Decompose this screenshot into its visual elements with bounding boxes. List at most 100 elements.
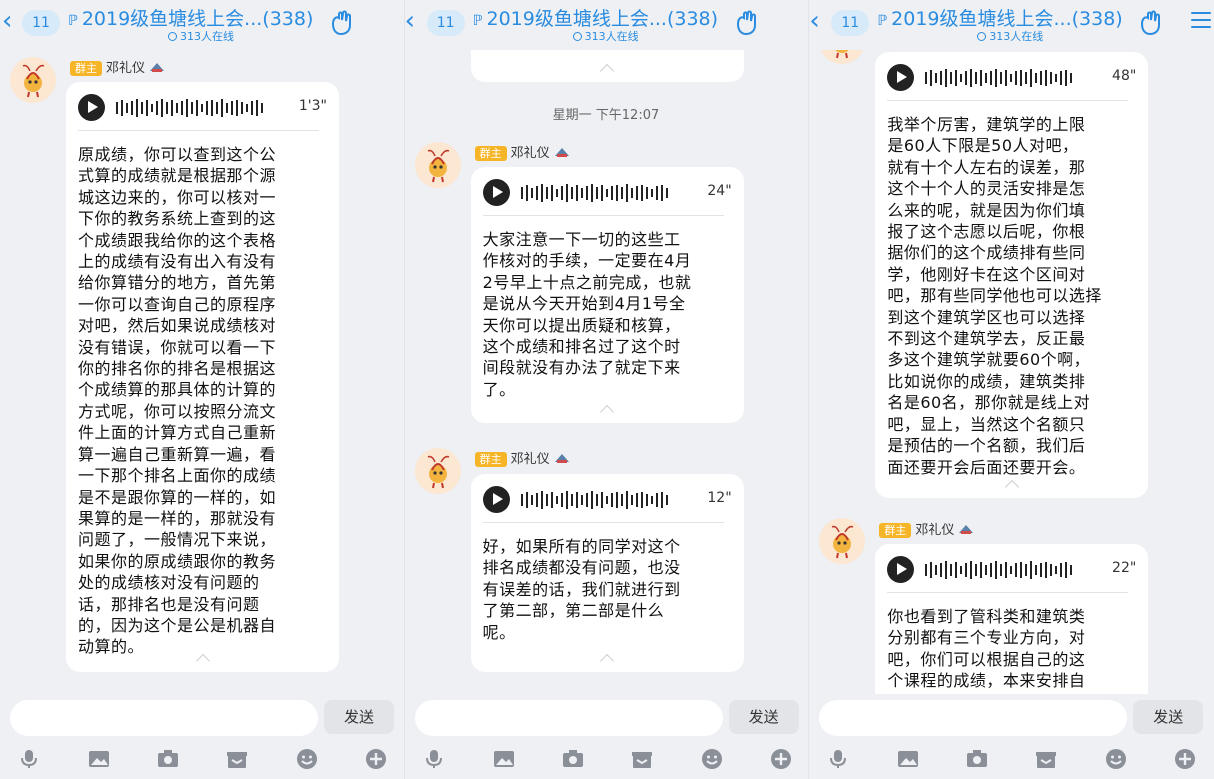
sender-label: 群主 邓礼仪: [474, 448, 570, 467]
sender-name[interactable]: 邓礼仪: [511, 146, 550, 161]
sender-name[interactable]: 邓礼仪: [915, 523, 954, 538]
back-icon[interactable]: ‹: [2, 8, 18, 34]
unread-badge[interactable]: 11: [22, 10, 60, 36]
avatar[interactable]: [10, 57, 56, 103]
plus-icon[interactable]: [365, 748, 387, 770]
sender-name[interactable]: 邓礼仪: [106, 61, 145, 76]
sender-name[interactable]: 邓礼仪: [511, 452, 550, 467]
image-icon[interactable]: [897, 748, 919, 770]
back-icon[interactable]: ‹: [405, 8, 421, 34]
voice-message-bubble[interactable]: 1'3" 原成绩，你可以查到这个公 式算的成绩就是根据那个源 城这边来的，你可以…: [66, 82, 339, 672]
message-input[interactable]: [819, 700, 1128, 736]
gift-icon[interactable]: [226, 748, 248, 770]
group-title-text: 2019级鱼塘线上会...(338): [81, 8, 314, 30]
screenshot-collage: ‹ 11 ℙ 2019级鱼塘线上会...(338) 313人在线 群主 邓礼仪 1'…: [0, 0, 1214, 779]
input-bar: 发送: [809, 694, 1214, 744]
sender-label: 群主 邓礼仪: [879, 519, 974, 538]
divider: [482, 522, 724, 523]
camera-icon[interactable]: [562, 748, 584, 770]
emoji-icon[interactable]: [296, 748, 318, 770]
waveform: [116, 99, 263, 117]
group-title[interactable]: ℙ 2019级鱼塘线上会...(338): [68, 4, 313, 31]
group-title[interactable]: ℙ 2019级鱼塘线上会...(338): [473, 4, 718, 31]
voice-message-bubble[interactable]: 24" 大家注意一下一切的这些工 作核对的手续，一定要在4月 2号早上十点之前完…: [470, 167, 744, 423]
voice-message-bubble[interactable]: 22" 你也看到了管科类和建筑类 分别都有三个专业方向，对 吧，你们可以根据自己…: [875, 544, 1149, 694]
hand-wave-icon[interactable]: [1137, 10, 1163, 36]
plus-icon[interactable]: [1174, 748, 1196, 770]
collapse-icon[interactable]: [600, 63, 615, 79]
play-icon[interactable]: [78, 94, 105, 121]
voice-player[interactable]: 48": [887, 62, 1136, 92]
mic-icon[interactable]: [827, 748, 849, 770]
unread-badge[interactable]: 11: [831, 10, 870, 36]
gift-icon[interactable]: [1035, 748, 1057, 770]
chat-panel-3: 48" 我举个厉害，建筑学的上限 是60人下限是50人对吧， 就有十个人左右的误…: [809, 0, 1214, 779]
mic-icon[interactable]: [18, 748, 40, 770]
emoji-icon[interactable]: [701, 748, 723, 770]
voice-duration: 48": [1112, 68, 1137, 84]
online-text: 313人在线: [180, 30, 234, 43]
gift-icon[interactable]: [631, 748, 653, 770]
group-title-text: 2019级鱼塘线上会...(338): [486, 8, 719, 30]
waveform: [520, 184, 668, 202]
send-button[interactable]: 发送: [324, 700, 394, 734]
message-input[interactable]: [10, 700, 318, 736]
level-icon: [554, 454, 569, 463]
unread-badge[interactable]: 11: [426, 10, 465, 36]
chat-header: ‹ 11 ℙ 2019级鱼塘线上会...(338) 313人在线: [809, 0, 1214, 50]
voice-player[interactable]: 1'3": [78, 92, 327, 122]
plus-icon[interactable]: [770, 748, 792, 770]
voice-player[interactable]: 24": [482, 177, 732, 207]
send-button[interactable]: 发送: [728, 700, 799, 734]
mic-icon[interactable]: [423, 748, 445, 770]
collapse-icon[interactable]: [600, 404, 615, 420]
play-icon[interactable]: [887, 556, 915, 583]
play-icon[interactable]: [887, 64, 915, 91]
voice-player[interactable]: 22": [887, 554, 1136, 584]
image-icon[interactable]: [493, 748, 515, 770]
role-badge: 群主: [474, 452, 507, 467]
timestamp: 星期一 下午12:07: [552, 108, 660, 123]
emoji-icon[interactable]: [1105, 748, 1127, 770]
avatar[interactable]: [414, 142, 461, 188]
camera-icon[interactable]: [157, 748, 179, 770]
chat-panel-1: ‹ 11 ℙ 2019级鱼塘线上会...(338) 313人在线 群主 邓礼仪 1'…: [0, 0, 405, 779]
voice-duration: 12": [707, 490, 732, 506]
input-bar: 发送: [404, 694, 809, 744]
hand-wave-icon[interactable]: [328, 10, 354, 36]
role-badge: 群主: [879, 523, 912, 538]
back-icon[interactable]: ‹: [809, 8, 825, 34]
waveform: [925, 561, 1073, 579]
input-bar: 发送: [0, 694, 404, 744]
play-icon[interactable]: [482, 486, 510, 513]
online-icon: [572, 32, 582, 41]
transcript-text: 好，如果所有的同学对这个 排名成绩都没有问题，也没 有误差的话，我们就进行到 了…: [482, 537, 681, 642]
voice-duration: 1'3": [298, 98, 327, 114]
level-icon: [150, 63, 165, 72]
collapse-icon[interactable]: [600, 653, 615, 669]
collapse-icon[interactable]: [1004, 479, 1019, 495]
online-count: 313人在线: [572, 28, 639, 44]
avatar[interactable]: [414, 448, 461, 494]
level-icon: [959, 525, 974, 534]
image-icon[interactable]: [88, 748, 110, 770]
avatar[interactable]: [819, 518, 866, 564]
camera-icon[interactable]: [966, 748, 988, 770]
send-button[interactable]: 发送: [1133, 700, 1204, 734]
sender-label: 群主 邓礼仪: [70, 57, 165, 76]
transcript-text: 我举个厉害，建筑学的上限 是60人下限是50人对吧， 就有十个人左右的误差，那 …: [887, 115, 1102, 477]
play-icon[interactable]: [482, 179, 510, 206]
toolbar: [0, 744, 404, 779]
chat-header: ‹ 11 ℙ 2019级鱼塘线上会...(338) 313人在线: [404, 0, 809, 50]
message-input[interactable]: [414, 700, 723, 736]
menu-icon[interactable]: [1191, 12, 1214, 30]
voice-message-bubble[interactable]: 12" 好，如果所有的同学对这个 排名成绩都没有问题，也没 有误差的话，我们就进…: [470, 474, 744, 672]
online-icon: [977, 32, 987, 41]
role-badge: 群主: [70, 61, 102, 76]
voice-message-bubble[interactable]: 48" 我举个厉害，建筑学的上限 是60人下限是50人对吧， 就有十个人左右的误…: [875, 52, 1149, 498]
hand-wave-icon[interactable]: [733, 10, 759, 36]
group-tag-icon: ℙ: [68, 13, 78, 29]
voice-duration: 24": [707, 183, 732, 199]
group-title[interactable]: ℙ 2019级鱼塘线上会...(338): [877, 4, 1122, 31]
voice-player[interactable]: 12": [482, 484, 732, 514]
